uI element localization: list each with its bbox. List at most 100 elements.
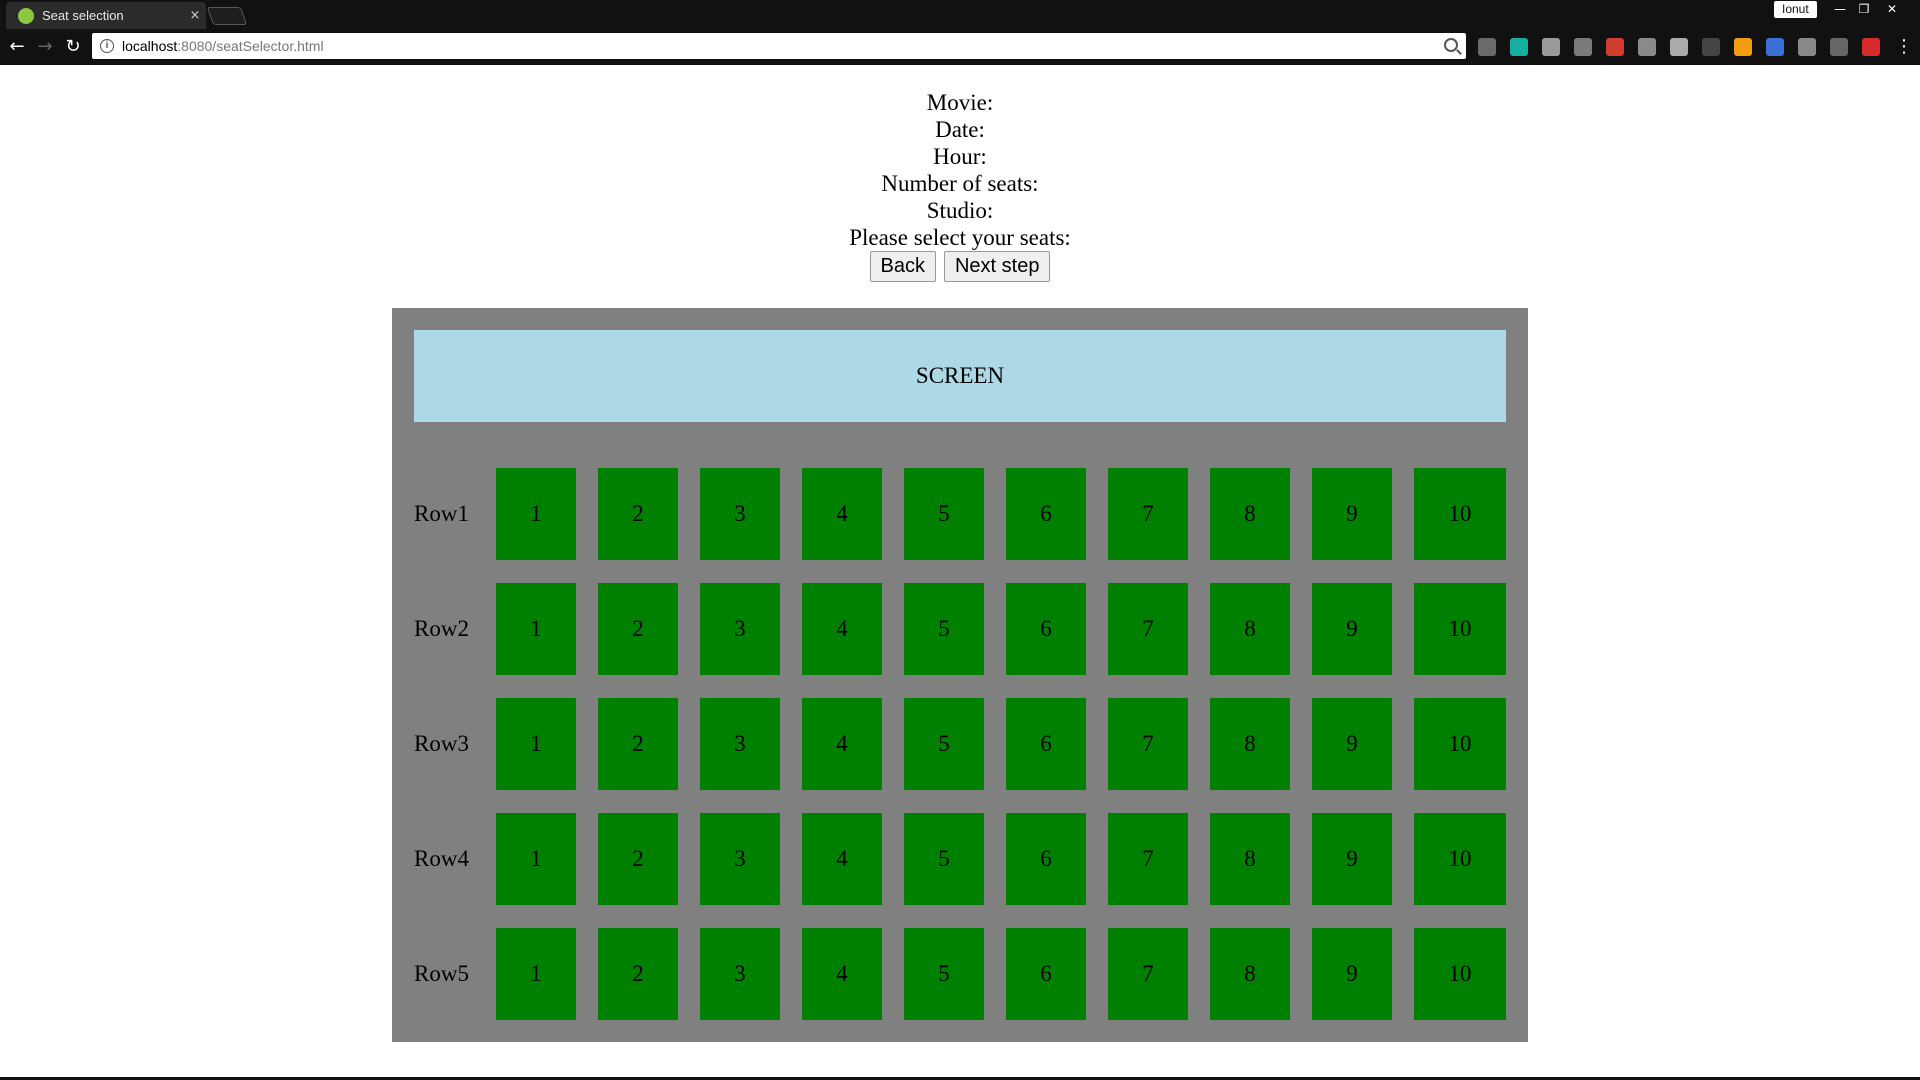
seat[interactable]: 2 [598,813,678,905]
row-label: Row1 [414,501,469,526]
restore-icon[interactable]: ❐ [1852,0,1876,18]
url-path: :8080/seatSelector.html [177,38,324,54]
extension-icon[interactable] [1798,38,1816,56]
minimize-icon[interactable]: — [1828,0,1852,18]
back-button[interactable]: Back [869,251,936,282]
browser-tab[interactable]: Seat selection × [6,2,206,29]
seat[interactable]: 6 [1006,928,1086,1020]
seat[interactable]: 7 [1108,583,1188,675]
seat[interactable]: 7 [1108,813,1188,905]
extension-icon[interactable] [1862,38,1880,56]
seat[interactable]: 4 [802,813,882,905]
seat[interactable]: 2 [598,698,678,790]
seat-map: SCREEN Row1 1 2 3 4 5 6 7 8 9 10 Row2 1 2 3 4 5 6 7 8 9 10 Row… [392,308,1528,1042]
seat[interactable]: 6 [1006,583,1086,675]
forward-arrow-icon[interactable]: → [34,36,56,58]
extension-icon[interactable] [1542,38,1560,56]
address-bar[interactable]: i localhost:8080/seatSelector.html [92,33,1466,59]
cinema-screen: SCREEN [414,330,1506,422]
seat[interactable]: 3 [700,813,780,905]
seat[interactable]: 8 [1210,583,1290,675]
seat[interactable]: 1 [496,468,576,560]
zoom-icon[interactable] [1444,38,1458,52]
seat[interactable]: 4 [802,468,882,560]
seat[interactable]: 6 [1006,468,1086,560]
extension-icon[interactable] [1638,38,1656,56]
close-window-icon[interactable]: ✕ [1880,0,1904,18]
seat[interactable]: 5 [904,468,984,560]
seat[interactable]: 6 [1006,813,1086,905]
extension-icon[interactable] [1702,38,1720,56]
seat[interactable]: 9 [1312,698,1392,790]
next-step-button[interactable]: Next step [943,251,1051,282]
seat[interactable]: 5 [904,813,984,905]
spring-leaf-icon [18,7,34,24]
seat[interactable]: 7 [1108,928,1188,1020]
extension-icon[interactable] [1766,38,1784,56]
seat[interactable]: 10 [1414,698,1506,790]
seat[interactable]: 10 [1414,583,1506,675]
seat[interactable]: 10 [1414,468,1506,560]
seat[interactable]: 3 [700,583,780,675]
seat[interactable]: 1 [496,928,576,1020]
seat[interactable]: 7 [1108,698,1188,790]
seat[interactable]: 10 [1414,928,1506,1020]
seat[interactable]: 10 [1414,813,1506,905]
seat[interactable]: 9 [1312,583,1392,675]
hour-label: Hour: [933,144,987,169]
row-label: Row4 [414,846,469,871]
row-label: Row3 [414,731,469,756]
date-label: Date: [935,117,985,142]
seat[interactable]: 3 [700,928,780,1020]
browser-title-bar: Seat selection × Ionut — ❐ ✕ [0,0,1920,29]
seat[interactable]: 5 [904,928,984,1020]
seat[interactable]: 4 [802,583,882,675]
seat[interactable]: 9 [1312,468,1392,560]
seat[interactable]: 4 [802,928,882,1020]
seat-row: Row2 1 2 3 4 5 6 7 8 9 10 [392,583,1528,675]
seat[interactable]: 2 [598,468,678,560]
extension-icons [1478,38,1894,56]
tab-title: Seat selection [42,8,124,23]
seat[interactable]: 8 [1210,698,1290,790]
seat[interactable]: 3 [700,468,780,560]
seat[interactable]: 5 [904,698,984,790]
menu-dots-icon[interactable]: ⋮ [1894,37,1914,57]
extension-icon[interactable] [1478,38,1496,56]
seat[interactable]: 8 [1210,813,1290,905]
browser-toolbar: ← → ↻ i localhost:8080/seatSelector.html… [0,29,1920,65]
seat[interactable]: 6 [1006,698,1086,790]
seat[interactable]: 3 [700,698,780,790]
back-arrow-icon[interactable]: ← [6,36,28,58]
seat[interactable]: 4 [802,698,882,790]
select-seats-prompt: Please select your seats: [849,225,1071,250]
seat[interactable]: 2 [598,928,678,1020]
seat[interactable]: 7 [1108,468,1188,560]
seat[interactable]: 2 [598,583,678,675]
reload-icon[interactable]: ↻ [62,36,84,58]
extension-icon[interactable] [1670,38,1688,56]
booking-info: Movie: Date: Hour: Number of seats: Stud… [0,89,1920,251]
seat[interactable]: 1 [496,698,576,790]
seat[interactable]: 8 [1210,468,1290,560]
new-tab-button[interactable] [206,7,248,25]
seat[interactable]: 5 [904,583,984,675]
row-label: Row5 [414,961,469,986]
action-buttons: Back Next step [0,251,1920,282]
seat[interactable]: 8 [1210,928,1290,1020]
seat[interactable]: 9 [1312,928,1392,1020]
extension-icon[interactable] [1830,38,1848,56]
extension-icon[interactable] [1574,38,1592,56]
seat[interactable]: 1 [496,583,576,675]
row-label: Row2 [414,616,469,641]
movie-label: Movie: [926,90,994,115]
profile-badge[interactable]: Ionut [1774,1,1817,18]
extension-icon[interactable] [1734,38,1752,56]
seat[interactable]: 1 [496,813,576,905]
extension-icon[interactable] [1510,38,1528,56]
seat[interactable]: 9 [1312,813,1392,905]
extension-icon[interactable] [1606,38,1624,56]
seat-row: Row5 1 2 3 4 5 6 7 8 9 10 [392,928,1528,1020]
info-icon[interactable]: i [100,39,114,53]
tab-close-icon[interactable]: × [184,8,206,23]
